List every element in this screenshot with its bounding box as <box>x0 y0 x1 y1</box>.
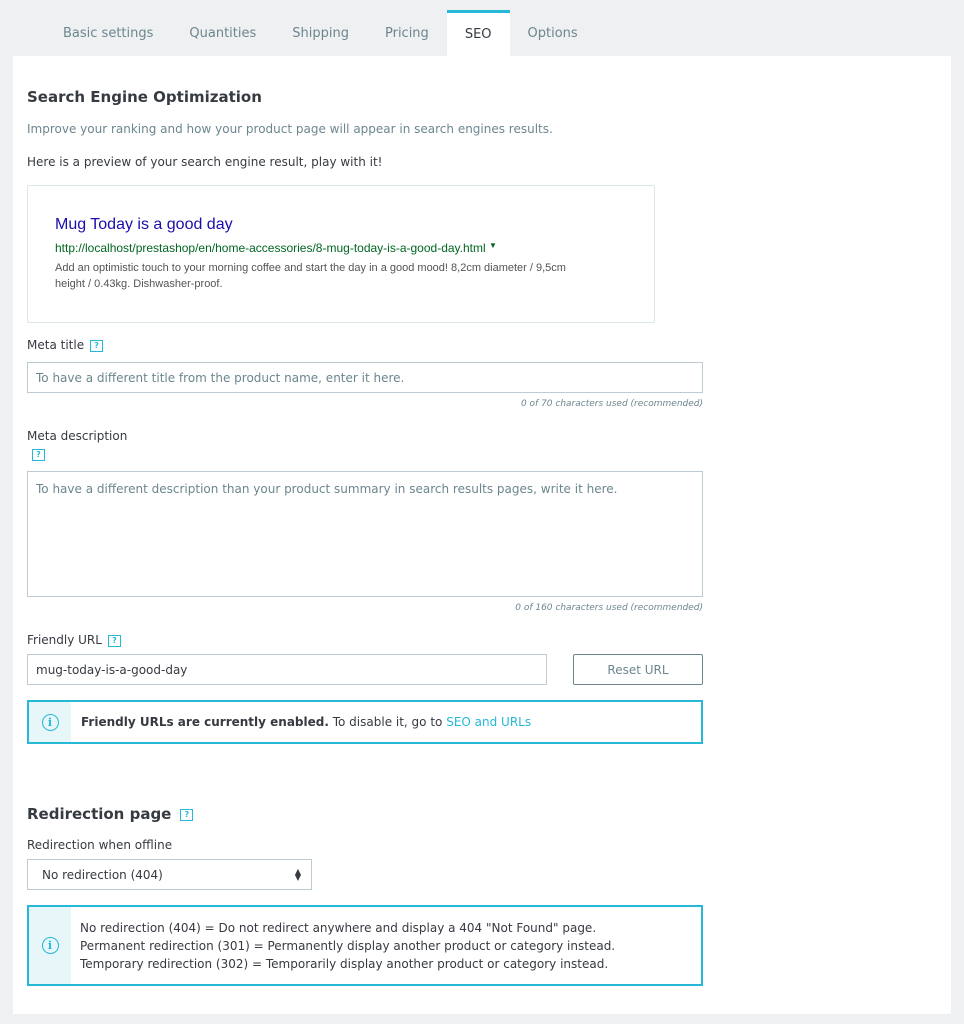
reset-url-button[interactable]: Reset URL <box>573 654 703 685</box>
meta-description-textarea[interactable]: To have a different description than you… <box>27 471 703 597</box>
caret-down-icon: ▼ <box>489 241 497 250</box>
tab-pricing[interactable]: Pricing <box>367 10 447 56</box>
meta-title-counter: 0 of 70 characters used (recommended) <box>520 399 703 409</box>
serp-preview-title: Mug Today is a good day <box>55 216 233 233</box>
help-icon[interactable]: ? <box>180 808 194 821</box>
seo-panel: Search Engine Optimization Improve your … <box>13 56 951 1014</box>
tab-seo[interactable]: SEO <box>446 10 510 56</box>
serp-preview: Mug Today is a good day http://localhost… <box>27 185 655 323</box>
redirection-info-alert: i No redirection (404) = Do not redirect… <box>27 905 703 986</box>
meta-title-placeholder: To have a different title from the produ… <box>36 370 405 385</box>
help-icon[interactable]: ? <box>107 634 121 647</box>
serp-preview-url-text: http://localhost/prestashop/en/home-acce… <box>55 241 486 255</box>
info-icon: i <box>41 713 59 731</box>
meta-description-label: Meta description <box>27 429 128 443</box>
serp-preview-description: Add an optimistic touch to your morning … <box>55 260 635 292</box>
alert-icon-column: i <box>29 702 71 742</box>
redirection-heading-row: Redirection page? <box>27 804 194 823</box>
meta-description-placeholder: To have a different description than you… <box>36 482 618 496</box>
redirection-info-line-301: Permanent redirection (301) = Permanentl… <box>80 938 616 953</box>
seo-and-urls-link[interactable]: SEO and URLs <box>446 715 531 729</box>
meta-description-counter: 0 of 160 characters used (recommended) <box>515 603 703 613</box>
tab-options[interactable]: Options <box>510 10 596 56</box>
select-arrows-icon: ▲ ▼ <box>294 866 301 882</box>
serp-preview-description-line1: Add an optimistic touch to your morning … <box>55 262 566 274</box>
product-tabs: Basic settings Quantities Shipping Prici… <box>45 10 596 56</box>
friendly-url-label-text: Friendly URL <box>27 633 102 647</box>
alert-icon-column: i <box>29 907 71 984</box>
friendly-url-value: mug-today-is-a-good-day <box>36 662 188 677</box>
help-icon[interactable]: ? <box>32 449 45 461</box>
redirection-info-text: No redirection (404) = Do not redirect a… <box>71 907 615 984</box>
help-icon[interactable]: ? <box>90 339 104 352</box>
redirection-label: Redirection when offline <box>27 838 173 852</box>
friendly-url-alert-text: Friendly URLs are currently enabled. To … <box>71 702 531 742</box>
redirection-selected: No redirection (404) <box>42 867 163 882</box>
friendly-url-input[interactable]: mug-today-is-a-good-day <box>27 654 547 685</box>
redirection-heading: Redirection page <box>27 805 172 823</box>
friendly-url-alert-normal: To disable it, go to <box>328 715 447 729</box>
redirection-select[interactable]: No redirection (404) ▲ ▼ <box>27 859 312 890</box>
redirection-info-line-302: Temporary redirection (302) = Temporaril… <box>80 956 609 971</box>
tab-quantities[interactable]: Quantities <box>171 10 274 56</box>
friendly-url-alert: i Friendly URLs are currently enabled. T… <box>27 700 703 744</box>
redirection-info-line-404: No redirection (404) = Do not redirect a… <box>80 920 597 935</box>
meta-title-label-text: Meta title <box>27 338 85 352</box>
meta-title-input[interactable]: To have a different title from the produ… <box>27 362 703 393</box>
seo-subtitle: Improve your ranking and how your produc… <box>27 122 553 136</box>
friendly-url-label: Friendly URL? <box>27 633 121 647</box>
serp-preview-description-line2: height / 0.43kg. Dishwasher-proof. <box>55 278 223 290</box>
preview-intro: Here is a preview of your search engine … <box>27 155 383 169</box>
info-icon: i <box>41 937 59 954</box>
tab-basic-settings[interactable]: Basic settings <box>45 10 171 56</box>
friendly-url-alert-bold: Friendly URLs are currently enabled. <box>81 715 329 729</box>
meta-title-label: Meta title? <box>27 338 104 352</box>
serp-preview-url: http://localhost/prestashop/en/home-acce… <box>55 241 497 255</box>
seo-heading: Search Engine Optimization <box>27 88 262 106</box>
tab-shipping[interactable]: Shipping <box>274 10 367 56</box>
